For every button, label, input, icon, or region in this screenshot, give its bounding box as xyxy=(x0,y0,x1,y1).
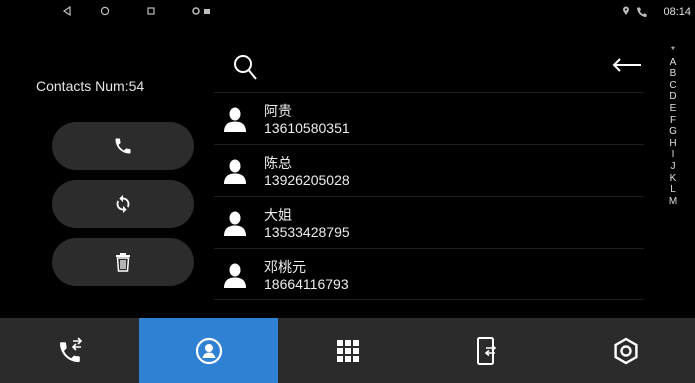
bottom-nav xyxy=(0,318,695,383)
person-icon xyxy=(224,211,246,236)
person-icon xyxy=(224,263,246,288)
contact-phone: 13926205028 xyxy=(264,172,350,188)
delete-button[interactable] xyxy=(52,238,194,286)
contact-row[interactable]: 大姐 13533428795 xyxy=(214,196,644,248)
trash-icon xyxy=(116,253,130,272)
contact-row[interactable]: 阿贵 13610580351 xyxy=(214,92,644,144)
location-dot-icon xyxy=(192,6,200,20)
call-button[interactable] xyxy=(52,122,194,170)
alpha-letter[interactable]: E xyxy=(664,103,682,115)
contact-phone: 13610580351 xyxy=(264,120,350,136)
contact-row[interactable]: 陈总 13926205028 xyxy=(214,144,644,196)
status-bar: 08:14 xyxy=(0,0,695,26)
nav-settings[interactable] xyxy=(556,318,695,383)
contacts-icon xyxy=(195,337,222,364)
contact-row[interactable]: 邓桃元 18664116793 xyxy=(214,248,644,300)
person-icon xyxy=(224,107,246,132)
contact-name: 大姐 xyxy=(264,207,292,223)
alpha-letter[interactable]: H xyxy=(664,138,682,150)
search-icon[interactable] xyxy=(232,53,258,86)
call-transfer-icon xyxy=(59,336,82,362)
nav-contacts[interactable] xyxy=(139,318,278,383)
alpha-letter[interactable]: L xyxy=(664,184,682,196)
nav-home-icon[interactable] xyxy=(100,6,110,20)
location-pin-icon xyxy=(622,6,630,20)
sync-button[interactable] xyxy=(52,180,194,228)
alpha-letter[interactable]: B xyxy=(664,68,682,80)
dialpad-icon xyxy=(336,339,359,362)
alpha-letter[interactable]: F xyxy=(664,115,682,127)
nav-phone-sync[interactable] xyxy=(417,318,556,383)
contact-name: 阿贵 xyxy=(264,103,292,119)
settings-icon xyxy=(613,337,638,364)
nav-call-transfer[interactable] xyxy=(0,318,139,383)
nav-back-icon[interactable] xyxy=(62,5,72,20)
alphabet-index[interactable]: * A B C D E F G H I J K L M xyxy=(664,45,682,207)
alpha-letter[interactable]: A xyxy=(664,57,682,69)
alpha-letter[interactable]: I xyxy=(664,149,682,161)
media-icon xyxy=(203,6,211,20)
phone-sync-icon xyxy=(476,336,496,365)
phone-icon xyxy=(115,138,131,154)
contacts-count: Contacts Num:54 xyxy=(36,78,145,94)
contact-name: 邓桃元 xyxy=(264,259,306,275)
contact-phone: 13533428795 xyxy=(264,224,350,240)
alpha-letter[interactable]: D xyxy=(664,91,682,103)
contact-name: 陈总 xyxy=(264,155,292,171)
alpha-letter[interactable]: J xyxy=(664,161,682,173)
nav-dialpad[interactable] xyxy=(278,318,417,383)
alpha-letter[interactable]: M xyxy=(664,196,682,208)
status-time: 08:14 xyxy=(663,6,691,18)
alpha-letter[interactable]: G xyxy=(664,126,682,138)
contact-list[interactable]: 阿贵 13610580351 陈总 13926205028 大姐 1353342… xyxy=(214,92,644,300)
alpha-letter[interactable]: * xyxy=(664,45,682,57)
left-panel: Contacts Num:54 xyxy=(0,26,210,318)
back-arrow-icon[interactable] xyxy=(612,58,642,77)
phone-status-icon xyxy=(636,6,648,22)
contact-phone: 18664116793 xyxy=(264,276,349,292)
sync-icon xyxy=(116,194,130,214)
nav-recents-icon[interactable] xyxy=(146,6,156,20)
alpha-letter[interactable]: K xyxy=(664,173,682,185)
person-icon xyxy=(224,159,246,184)
alpha-letter[interactable]: C xyxy=(664,80,682,92)
contacts-panel: 阿贵 13610580351 陈总 13926205028 大姐 1353342… xyxy=(214,40,644,300)
